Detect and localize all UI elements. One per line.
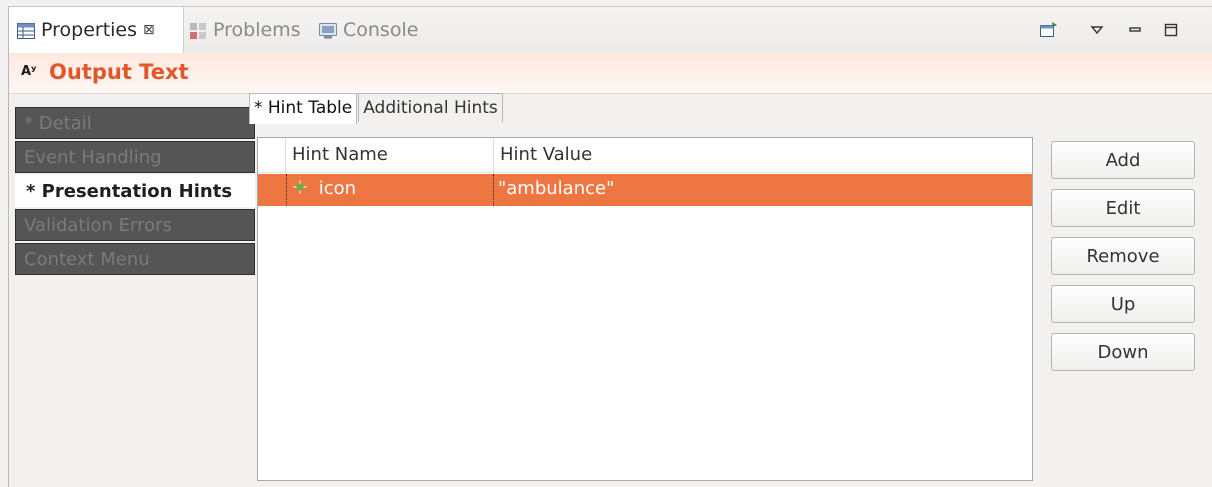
section-tab-detail[interactable]: * Detail <box>15 107 255 139</box>
properties-header: Aʸ Output Text <box>9 53 1212 94</box>
page-title: Output Text <box>49 60 189 84</box>
header-spacer <box>258 138 286 172</box>
section-tab-event-handling[interactable]: Event Handling <box>15 141 255 173</box>
hint-subtabs: * Hint Table Additional Hints <box>249 93 503 124</box>
close-tab-icon[interactable]: ⊠ <box>143 22 155 38</box>
properties-view: Properties ⊠ Problems Console Aʸ Output … <box>8 6 1212 487</box>
down-button[interactable]: Down <box>1051 333 1195 371</box>
column-header-hint-name[interactable]: Hint Name <box>286 138 494 172</box>
tab-console[interactable]: Console <box>319 7 418 53</box>
hints-content: * Hint Table Additional Hints Hint Name … <box>247 93 1212 487</box>
problems-icon <box>189 22 207 39</box>
view-tab-bar: Properties ⊠ Problems Console <box>9 7 1212 53</box>
table-header: Hint Name Hint Value <box>258 138 1032 173</box>
output-text-icon: Aʸ <box>21 64 37 79</box>
hint-name-value: icon <box>318 178 357 199</box>
maximize-icon[interactable] <box>1159 15 1183 45</box>
tab-hint-table[interactable]: * Hint Table <box>249 93 358 124</box>
column-header-hint-value[interactable]: Hint Value <box>494 138 1032 172</box>
pin-view-icon[interactable] <box>1037 15 1061 45</box>
table-row[interactable]: icon "ambulance" <box>258 174 1032 206</box>
section-tab-validation-errors[interactable]: Validation Errors <box>15 209 255 241</box>
hint-item-icon <box>293 174 307 204</box>
remove-button[interactable]: Remove <box>1051 237 1195 275</box>
section-tab-list: * Detail Event Handling * Presentation H… <box>15 107 255 277</box>
section-tab-presentation-hints[interactable]: * Presentation Hints <box>15 175 255 207</box>
hint-value-cell[interactable]: "ambulance" <box>494 174 1032 206</box>
tab-problems[interactable]: Problems <box>189 7 301 53</box>
properties-table-icon <box>17 22 35 39</box>
tab-properties[interactable]: Properties ⊠ <box>9 7 184 53</box>
tab-properties-label: Properties <box>41 19 138 41</box>
hint-actions: Add Edit Remove Up Down <box>1051 141 1195 381</box>
tab-console-label: Console <box>343 19 419 41</box>
section-tab-context-menu[interactable]: Context Menu <box>15 243 255 275</box>
minimize-icon[interactable] <box>1123 15 1147 45</box>
hint-table[interactable]: Hint Name Hint Value icon "ambulance" <box>257 137 1033 481</box>
hint-name-cell[interactable]: icon <box>286 174 494 206</box>
add-button[interactable]: Add <box>1051 141 1195 179</box>
view-menu-icon[interactable] <box>1085 15 1109 45</box>
edit-button[interactable]: Edit <box>1051 189 1195 227</box>
tab-problems-label: Problems <box>213 19 301 41</box>
tab-additional-hints[interactable]: Additional Hints <box>358 93 503 122</box>
up-button[interactable]: Up <box>1051 285 1195 323</box>
console-icon <box>319 22 337 39</box>
